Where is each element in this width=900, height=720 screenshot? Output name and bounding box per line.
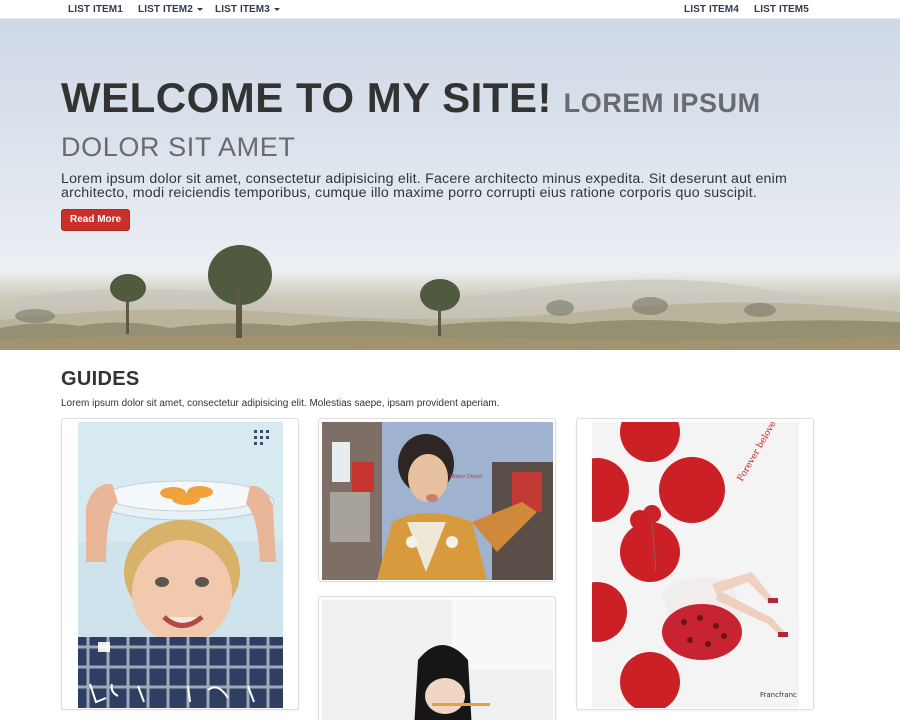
hero-paragraph: Lorem ipsum dolor sit amet, consectetur … xyxy=(61,171,788,201)
hero-title: WELCOME TO MY SITE! xyxy=(61,74,552,121)
guide-card-1[interactable] xyxy=(61,418,299,710)
hero-content: WELCOME TO MY SITE! LOREM IPSUM DOLOR SI… xyxy=(61,76,801,231)
nav-item-label: LIST ITEM4 xyxy=(684,4,739,15)
guide-card-2[interactable]: Mister Donut xyxy=(318,418,556,582)
nav-list-item4[interactable]: LIST ITEM4 xyxy=(684,0,739,19)
top-navbar: LIST ITEM1 LIST ITEM2 LIST ITEM3 LIST IT… xyxy=(0,0,900,19)
guides-description: Lorem ipsum dolor sit amet, consectetur … xyxy=(61,398,500,409)
nav-list-item2[interactable]: LIST ITEM2 xyxy=(138,0,203,19)
nav-list-item1[interactable]: LIST ITEM1 xyxy=(68,0,123,19)
nav-item-label: LIST ITEM5 xyxy=(754,4,809,15)
hero-subtitle-line2: DOLOR SIT AMET xyxy=(61,132,296,162)
read-more-button[interactable]: Read More xyxy=(61,209,131,231)
nav-list-item3[interactable]: LIST ITEM3 xyxy=(215,0,280,19)
hero-heading: WELCOME TO MY SITE! LOREM IPSUM xyxy=(61,76,801,125)
red-polka-dot-poster-photo: Forever beloved! Francfranc xyxy=(592,422,799,708)
woman-with-pencil-photo xyxy=(322,600,553,720)
nav-list-item5[interactable]: LIST ITEM5 xyxy=(754,0,809,19)
svg-text:Mister Donut: Mister Donut xyxy=(450,474,482,480)
nav-item-label: LIST ITEM2 xyxy=(138,4,193,15)
guide-card-4[interactable]: Forever beloved! Francfranc xyxy=(576,418,814,710)
hero-jumbotron: WELCOME TO MY SITE! LOREM IPSUM DOLOR SI… xyxy=(0,19,900,350)
caret-down-icon xyxy=(196,7,203,11)
man-in-city-street-photo: Mister Donut xyxy=(322,422,553,580)
hero-subtitle-inline: LOREM IPSUM xyxy=(563,88,761,118)
child-with-plates-photo xyxy=(78,422,283,708)
nav-item-label: LIST ITEM3 xyxy=(215,4,270,15)
caret-down-icon xyxy=(273,7,280,11)
nav-item-label: LIST ITEM1 xyxy=(68,4,123,15)
svg-text:Francfranc: Francfranc xyxy=(760,691,797,699)
guides-heading: GUIDES xyxy=(61,368,140,390)
guide-card-3[interactable] xyxy=(318,596,556,720)
savanna-landscape-image xyxy=(0,245,900,350)
